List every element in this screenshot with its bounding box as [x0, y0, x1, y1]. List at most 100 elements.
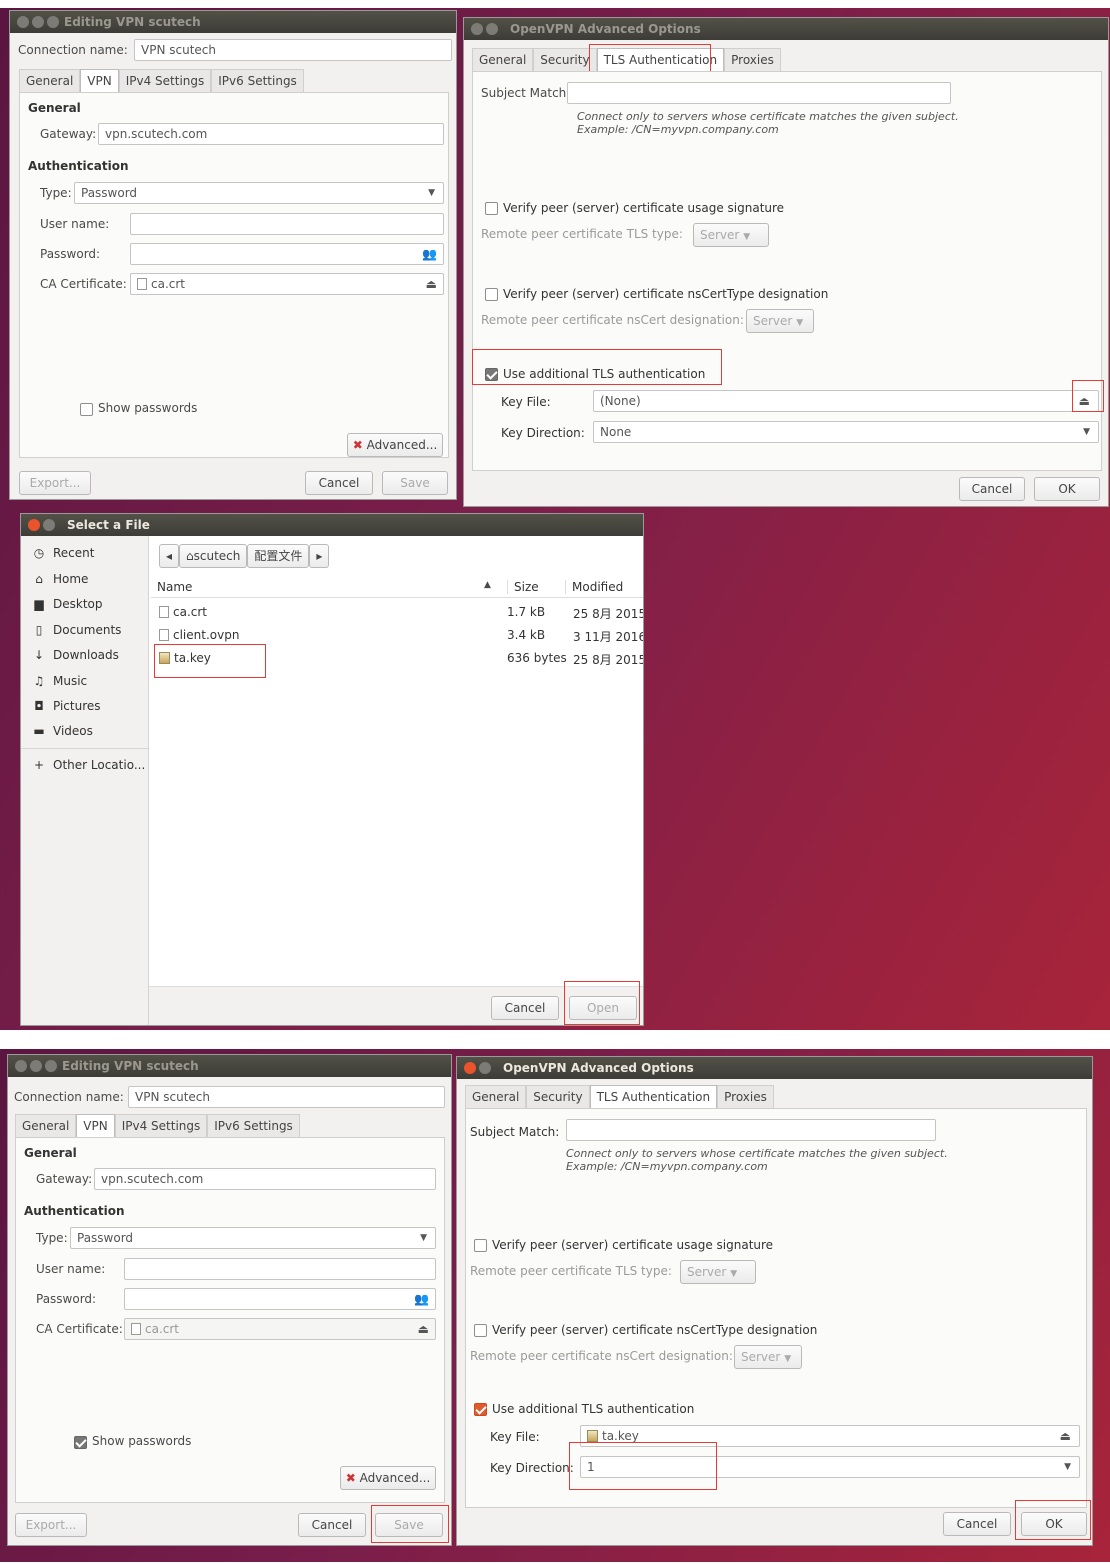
sidebar-item-music[interactable]: ♫ Music [31, 674, 88, 688]
tls-type-select[interactable]: Server ▼ [680, 1260, 756, 1284]
tab-tls-authentication[interactable]: TLS Authentication [589, 1085, 718, 1109]
path-back-button[interactable]: ◂ [159, 544, 179, 568]
column-size[interactable]: Size [507, 580, 539, 594]
save-button[interactable]: Save [382, 471, 448, 495]
cancel-button[interactable]: Cancel [491, 996, 559, 1020]
column-modified[interactable]: Modified [565, 580, 623, 594]
window-titlebar[interactable]: Editing VPN scutech [10, 11, 456, 33]
password-input[interactable]: 👥 [130, 243, 444, 265]
type-select[interactable]: Password ▼ [74, 182, 444, 204]
verify-usage-checkbox[interactable] [474, 1239, 487, 1252]
key-direction-select[interactable]: 1 ▼ [580, 1456, 1080, 1478]
user-icon[interactable]: 👥 [414, 1289, 429, 1309]
close-icon[interactable] [15, 1060, 27, 1072]
cancel-button[interactable]: Cancel [305, 471, 373, 495]
window-titlebar[interactable]: OpenVPN Advanced Options [464, 18, 1108, 40]
window-titlebar[interactable]: Select a File [21, 514, 643, 536]
use-tls-checkbox[interactable] [485, 368, 498, 381]
file-row[interactable]: ta.key 636 bytes 25 8月 2015 [151, 648, 643, 670]
key-direction-select[interactable]: None ▼ [593, 421, 1099, 443]
minimize-icon[interactable] [486, 23, 498, 35]
user-icon[interactable]: 👥 [422, 244, 437, 264]
save-button[interactable]: Save [375, 1513, 443, 1537]
connection-name-input[interactable]: VPN scutech [128, 1086, 445, 1108]
sidebar-item-downloads[interactable]: ↓ Downloads [31, 648, 119, 662]
show-passwords-checkbox[interactable] [80, 403, 93, 416]
column-name[interactable]: Name [157, 580, 192, 594]
connection-name-input[interactable]: VPN scutech [134, 39, 452, 61]
tab-ipv4[interactable]: IPv4 Settings [114, 1114, 208, 1138]
cancel-button[interactable]: Cancel [943, 1512, 1011, 1536]
nscert-select[interactable]: Server ▼ [734, 1345, 802, 1369]
type-select[interactable]: Password ▼ [70, 1227, 436, 1249]
advanced-button[interactable]: ✖ Advanced... [347, 433, 443, 457]
path-segment-home[interactable]: ⌂scutech [179, 544, 248, 568]
file-row[interactable]: ca.crt 1.7 kB 25 8月 2015 [151, 602, 643, 624]
open-button[interactable]: Open [569, 996, 637, 1020]
sidebar-item-pictures[interactable]: ◘ Pictures [31, 699, 100, 713]
export-button[interactable]: Export... [19, 471, 91, 495]
minimize-icon[interactable] [30, 1060, 42, 1072]
show-passwords-checkbox[interactable] [74, 1436, 87, 1449]
folder-open-icon[interactable]: ⏏ [1079, 391, 1090, 411]
subject-match-input[interactable] [566, 1119, 936, 1141]
sidebar-item-home[interactable]: ⌂ Home [31, 572, 88, 586]
gateway-input[interactable]: vpn.scutech.com [94, 1168, 436, 1190]
maximize-icon[interactable] [45, 1060, 57, 1072]
username-input[interactable] [124, 1258, 436, 1280]
path-segment-folder[interactable]: 配置文件 [247, 544, 310, 568]
maximize-icon[interactable] [47, 16, 59, 28]
password-input[interactable]: 👥 [124, 1288, 436, 1310]
sidebar-item-recent[interactable]: ◷ Recent [31, 546, 95, 560]
advanced-button[interactable]: ✖ Advanced... [340, 1466, 436, 1490]
close-icon[interactable] [464, 1062, 476, 1074]
tab-ipv4[interactable]: IPv4 Settings [118, 69, 212, 93]
tab-general[interactable]: General [465, 1085, 527, 1109]
close-icon[interactable] [17, 16, 29, 28]
path-forward-button[interactable]: ▸ [309, 544, 330, 568]
cancel-button[interactable]: Cancel [959, 477, 1025, 501]
tab-security[interactable]: Security [526, 1085, 590, 1109]
cancel-button[interactable]: Cancel [298, 1513, 366, 1537]
tab-vpn[interactable]: VPN [80, 69, 119, 93]
tab-ipv6[interactable]: IPv6 Settings [207, 1114, 300, 1138]
tab-general[interactable]: General [19, 69, 81, 93]
tab-proxies[interactable]: Proxies [717, 1085, 774, 1109]
minimize-icon[interactable] [32, 16, 44, 28]
folder-open-icon[interactable]: ⏏ [418, 1319, 429, 1339]
username-input[interactable] [130, 213, 444, 235]
folder-open-icon[interactable]: ⏏ [1060, 1426, 1071, 1446]
minimize-icon[interactable] [479, 1062, 491, 1074]
export-button[interactable]: Export... [15, 1513, 87, 1537]
tls-type-select[interactable]: Server ▼ [693, 223, 769, 247]
key-file-chooser[interactable]: ta.key ⏏ [580, 1425, 1080, 1447]
minimize-icon[interactable] [43, 519, 55, 531]
key-file-chooser[interactable]: (None) ⏏ [593, 390, 1099, 412]
tab-ipv6[interactable]: IPv6 Settings [211, 69, 304, 93]
tab-proxies[interactable]: Proxies [724, 48, 781, 72]
sidebar-item-other-locations[interactable]: + Other Locatio... [31, 758, 145, 772]
ca-certificate-chooser[interactable]: ca.crt ⏏ [124, 1318, 436, 1340]
ok-button[interactable]: OK [1021, 1512, 1087, 1536]
use-tls-checkbox[interactable] [474, 1403, 487, 1416]
window-titlebar[interactable]: OpenVPN Advanced Options [457, 1057, 1092, 1079]
sidebar-item-desktop[interactable]: ▆ Desktop [31, 597, 102, 611]
verify-nscert-checkbox[interactable] [474, 1324, 487, 1337]
sidebar-item-documents[interactable]: ▯ Documents [31, 623, 122, 637]
verify-usage-checkbox[interactable] [485, 202, 498, 215]
gateway-input[interactable]: vpn.scutech.com [98, 123, 444, 145]
tab-general[interactable]: General [472, 48, 534, 72]
close-icon[interactable] [28, 519, 40, 531]
folder-open-icon[interactable]: ⏏ [426, 274, 437, 294]
tab-general[interactable]: General [15, 1114, 77, 1138]
sidebar-item-videos[interactable]: ▬ Videos [31, 724, 93, 738]
tab-tls-authentication[interactable]: TLS Authentication [596, 48, 725, 72]
ca-certificate-chooser[interactable]: ca.crt ⏏ [130, 273, 444, 295]
tab-security[interactable]: Security [533, 48, 597, 72]
subject-match-input[interactable] [567, 82, 951, 104]
nscert-select[interactable]: Server ▼ [746, 309, 814, 333]
tab-vpn[interactable]: VPN [76, 1114, 115, 1138]
file-row[interactable]: client.ovpn 3.4 kB 3 11月 2016 [151, 625, 643, 647]
verify-nscert-checkbox[interactable] [485, 288, 498, 301]
window-titlebar[interactable]: Editing VPN scutech [8, 1055, 451, 1077]
